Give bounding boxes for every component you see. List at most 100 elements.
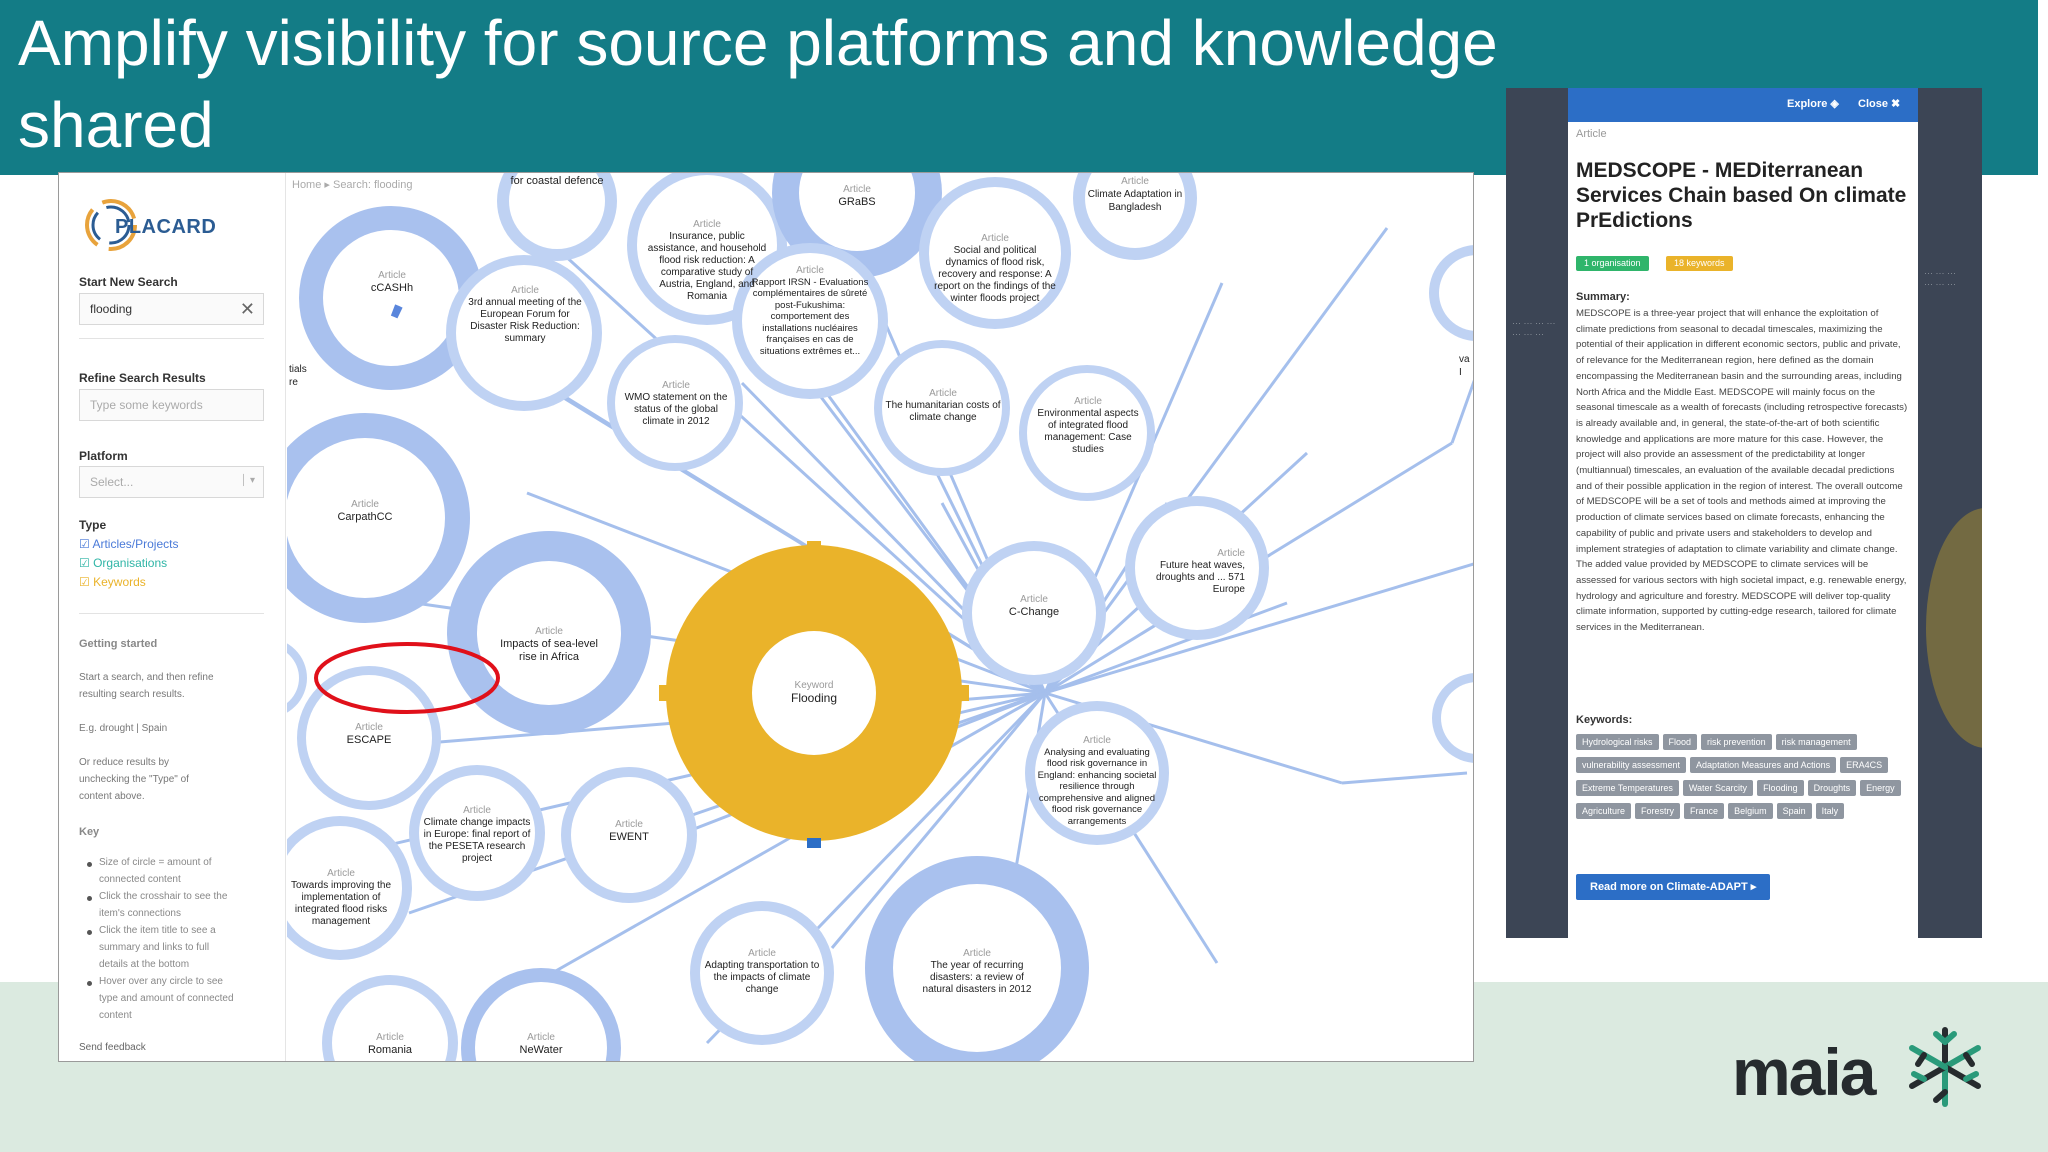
detail-kind: Article: [1576, 128, 1607, 140]
keyword-chip[interactable]: Adaptation Measures and Actions: [1690, 757, 1837, 773]
refine-keywords-input[interactable]: Type some keywords: [79, 389, 264, 421]
search-input-value: flooding: [90, 302, 133, 316]
node-label[interactable]: Article GRaBS: [797, 183, 917, 209]
slide-title: Amplify visibility for source platforms …: [18, 7, 1498, 161]
node-label[interactable]: Article Impacts of sea-level rise in Afri…: [492, 625, 606, 664]
keyword-chip[interactable]: Energy: [1860, 780, 1901, 796]
type-option-label: Articles/Projects: [92, 537, 179, 551]
node-kind: Article: [511, 285, 539, 296]
help-line: unchecking the "Type" of: [79, 774, 189, 785]
node-title: Towards improving the implementation of …: [290, 880, 392, 927]
key-line: details at the bottom: [99, 959, 190, 970]
node-label[interactable]: Article cCASHh: [332, 269, 452, 295]
key-line: item's connections: [99, 908, 181, 919]
keyword-chip[interactable]: France: [1684, 803, 1725, 819]
node-title: CarpathCC: [337, 511, 393, 523]
node-label[interactable]: Article Future heat waves, droughts and .…: [1149, 548, 1245, 596]
node-title: Social and political dynamics of flood r…: [934, 245, 1056, 304]
node-label[interactable]: Article ESCAPE: [319, 721, 419, 747]
node-kind: Article: [662, 380, 690, 391]
close-button[interactable]: Close ✖: [1858, 97, 1900, 110]
keyword-chip[interactable]: Hydrological risks: [1576, 734, 1659, 750]
node-label[interactable]: Article Rapport IRSN - Evaluations complé…: [749, 265, 871, 357]
clear-icon[interactable]: ✕: [240, 299, 255, 320]
node-label[interactable]: Article C-Change: [984, 593, 1084, 619]
type-checkbox-articles[interactable]: ☑ Articles/Projects: [79, 537, 178, 551]
breadcrumb[interactable]: Home ▸ Search: flooding: [292, 178, 412, 191]
node-label[interactable]: Article Social and political dynamics of …: [933, 233, 1057, 305]
keyword-chip[interactable]: risk management: [1775, 734, 1857, 750]
node-title: ESCAPE: [346, 734, 392, 746]
bullet: [87, 862, 92, 867]
node-label[interactable]: for coastal defence: [497, 175, 617, 188]
node-label[interactable]: Article Climate change impacts in Europe:…: [421, 805, 533, 865]
node-title: Climate change impacts in Europe: final …: [423, 817, 531, 864]
node-kind: Article: [693, 219, 721, 230]
divider: [79, 613, 264, 614]
node-title: WMO statement on the status of the globa…: [624, 392, 728, 427]
keyword-chip[interactable]: Extreme Temperatures: [1576, 780, 1679, 796]
keyword-chip[interactable]: Belgium: [1728, 803, 1773, 819]
node-label[interactable]: Article The year of recurring disasters: …: [914, 948, 1040, 996]
node-kind: Article: [1217, 548, 1245, 559]
node-label[interactable]: Article 3rd annual meeting of the Europea…: [467, 285, 583, 345]
partial-node-text: tials re: [289, 364, 307, 388]
node-label[interactable]: Article WMO statement on the status of th…: [623, 380, 729, 428]
node-title: EWENT: [609, 831, 649, 843]
key-line: connected content: [99, 874, 181, 885]
send-feedback-link[interactable]: Send feedback: [79, 1039, 146, 1056]
node-label[interactable]: Article Climate Adaptation in Bangladesh: [1077, 175, 1193, 214]
search-sidebar: PLACARD Start New Search flooding ✕ Refi…: [59, 173, 286, 1061]
keyword-chip[interactable]: Flooding: [1757, 780, 1804, 796]
close-icon: ✖: [1891, 98, 1901, 110]
keyword-chip[interactable]: risk prevention: [1701, 734, 1772, 750]
node-label[interactable]: Article EWENT: [579, 818, 679, 844]
keyword-chip[interactable]: Agriculture: [1576, 803, 1632, 819]
node-title: Rapport IRSN - Evaluations complémentair…: [751, 276, 869, 357]
platform-label: Platform: [79, 449, 128, 463]
maia-snowflake-icon: [1909, 1027, 1981, 1107]
node-label[interactable]: Article Adapting transportation to the im…: [703, 948, 821, 996]
node-title: The year of recurring disasters: a revie…: [922, 960, 1032, 995]
platform-select[interactable]: Select... │ ▾: [79, 466, 264, 498]
keyword-chip[interactable]: vulnerability assessment: [1576, 757, 1687, 773]
keyword-chip[interactable]: Water Scarcity: [1682, 780, 1754, 796]
explore-button[interactable]: Explore ◈: [1787, 97, 1839, 110]
summary-text: MEDSCOPE is a three-year project that wi…: [1576, 308, 1908, 634]
node-title: 3rd annual meeting of the European Forum…: [468, 297, 582, 344]
node-title: GRaBS: [838, 196, 876, 208]
keyword-chip[interactable]: Flood: [1662, 734, 1698, 750]
organisations-badge: 1 organisation: [1576, 256, 1649, 271]
node-kind: Article: [1020, 594, 1048, 605]
center-node-label[interactable]: Keyword Flooding: [764, 679, 864, 705]
node-label[interactable]: Article The humanitarian costs of climate…: [884, 388, 1002, 424]
node-title: NeWater: [519, 1044, 563, 1056]
read-more-button[interactable]: Read more on Climate-ADAPT ▸: [1576, 874, 1771, 900]
node-label[interactable]: Article Analysing and evaluating flood ri…: [1037, 735, 1157, 827]
keyword-chip[interactable]: Forestry: [1635, 803, 1681, 819]
node-title: Impacts of sea-level rise in Africa: [500, 638, 598, 663]
help-line: [79, 703, 214, 720]
type-checkbox-keywords[interactable]: ☑ Keywords: [79, 575, 146, 589]
node-title: Climate Adaptation in Bangladesh: [1087, 189, 1183, 213]
keyword-chip[interactable]: ERA4CS: [1840, 757, 1889, 773]
app-screenshot: PLACARD Start New Search flooding ✕ Refi…: [58, 172, 1474, 1062]
key-item: Click the item title to see a summary an…: [99, 922, 269, 973]
keyword-chip[interactable]: Droughts: [1807, 780, 1857, 796]
search-input[interactable]: flooding ✕: [79, 293, 264, 325]
node-label[interactable]: Article CarpathCC: [305, 498, 425, 524]
node-label[interactable]: Article Environmental aspects of integrat…: [1035, 396, 1141, 456]
connection-graph: Home ▸ Search: flooding for coastal defe…: [287, 173, 1473, 1061]
key-item: Size of circle = amount of connected con…: [99, 854, 269, 888]
node-kind: Article: [355, 722, 383, 733]
node-label[interactable]: Article NeWater: [491, 1031, 591, 1057]
bullet: [87, 981, 92, 986]
keyword-chip[interactable]: Spain: [1776, 803, 1812, 819]
node-label[interactable]: Article Towards improving the implementat…: [287, 868, 399, 928]
start-new-search-label: Start New Search: [79, 275, 178, 289]
keyword-chip[interactable]: Italy: [1815, 803, 1845, 819]
node-label[interactable]: Article Romania: [340, 1031, 440, 1057]
explore-icon: ◈: [1830, 98, 1839, 110]
detail-topbar: Explore ◈ Close ✖: [1568, 88, 1918, 122]
type-checkbox-organisations[interactable]: ☑ Organisations: [79, 556, 167, 570]
